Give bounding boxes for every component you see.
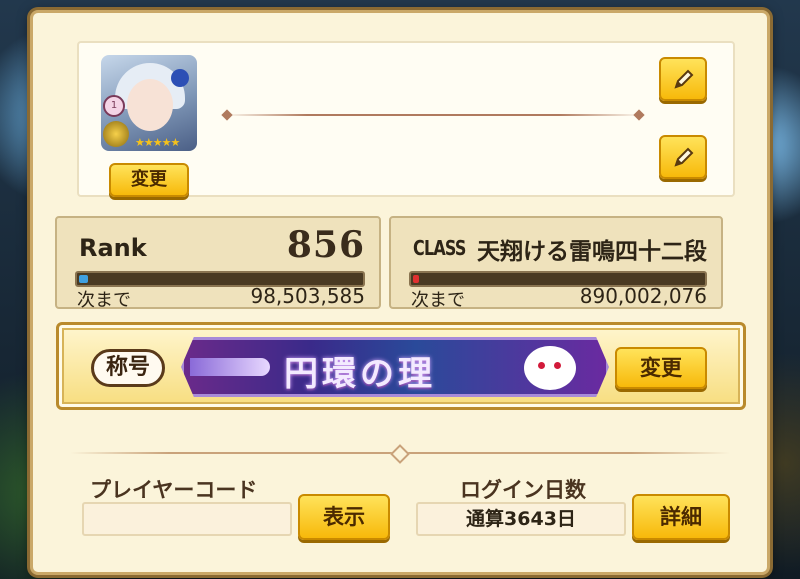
avatar-face <box>127 79 173 131</box>
mascot-icon <box>524 346 576 390</box>
login-days-label: ログイン日数 <box>460 478 586 502</box>
title-banner-text: 円環の理 <box>284 354 436 394</box>
emblem-icon <box>103 121 129 147</box>
class-box: CLASS 天翔ける雷鳴四十二段 次まで 890,002,076 <box>389 216 723 311</box>
rank-value: 856 <box>286 224 365 266</box>
title-tag: 称号 <box>91 349 165 387</box>
class-label: CLASS <box>413 236 466 260</box>
class-name: 天翔ける雷鳴四十二段 <box>477 239 707 265</box>
class-next-value: 890,002,076 <box>579 284 707 308</box>
show-player-code-button[interactable]: 表示 <box>298 494 390 540</box>
title-frame: 称号 円環の理 変更 <box>56 322 746 410</box>
rosette-icon <box>171 69 189 87</box>
pencil-icon <box>674 147 694 167</box>
rank-box: Rank 856 次まで 98,503,585 <box>55 216 381 311</box>
avatar-stars: ★★★★★ <box>135 136 180 149</box>
profile-info-box: 1 ★★★★★ 変更 <box>77 41 735 197</box>
player-code-label: プレイヤーコード <box>90 478 258 502</box>
login-days-field: 通算3643日 <box>416 502 626 536</box>
name-divider <box>223 114 643 116</box>
player-code-field[interactable] <box>82 502 292 536</box>
edit-comment-button[interactable] <box>659 135 707 179</box>
rank-next-label: 次まで <box>77 290 131 311</box>
rank-progress-fill <box>79 275 88 283</box>
class-progress-fill <box>413 275 419 283</box>
wing-decoration <box>190 358 270 376</box>
class-next-label: 次まで <box>411 290 465 311</box>
avatar[interactable]: 1 ★★★★★ <box>101 55 197 151</box>
change-title-button[interactable]: 変更 <box>615 347 707 389</box>
rank-label: Rank <box>79 234 147 262</box>
login-days-detail-button[interactable]: 詳細 <box>632 494 730 540</box>
edit-name-button[interactable] <box>659 57 707 101</box>
rank-next-value: 98,503,585 <box>250 284 365 308</box>
title-banner: 円環の理 <box>181 337 609 397</box>
pencil-icon <box>674 69 694 89</box>
login-days-value: 通算3643日 <box>466 508 576 530</box>
change-avatar-button[interactable]: 変更 <box>109 163 189 197</box>
avatar-level-badge: 1 <box>103 95 125 117</box>
